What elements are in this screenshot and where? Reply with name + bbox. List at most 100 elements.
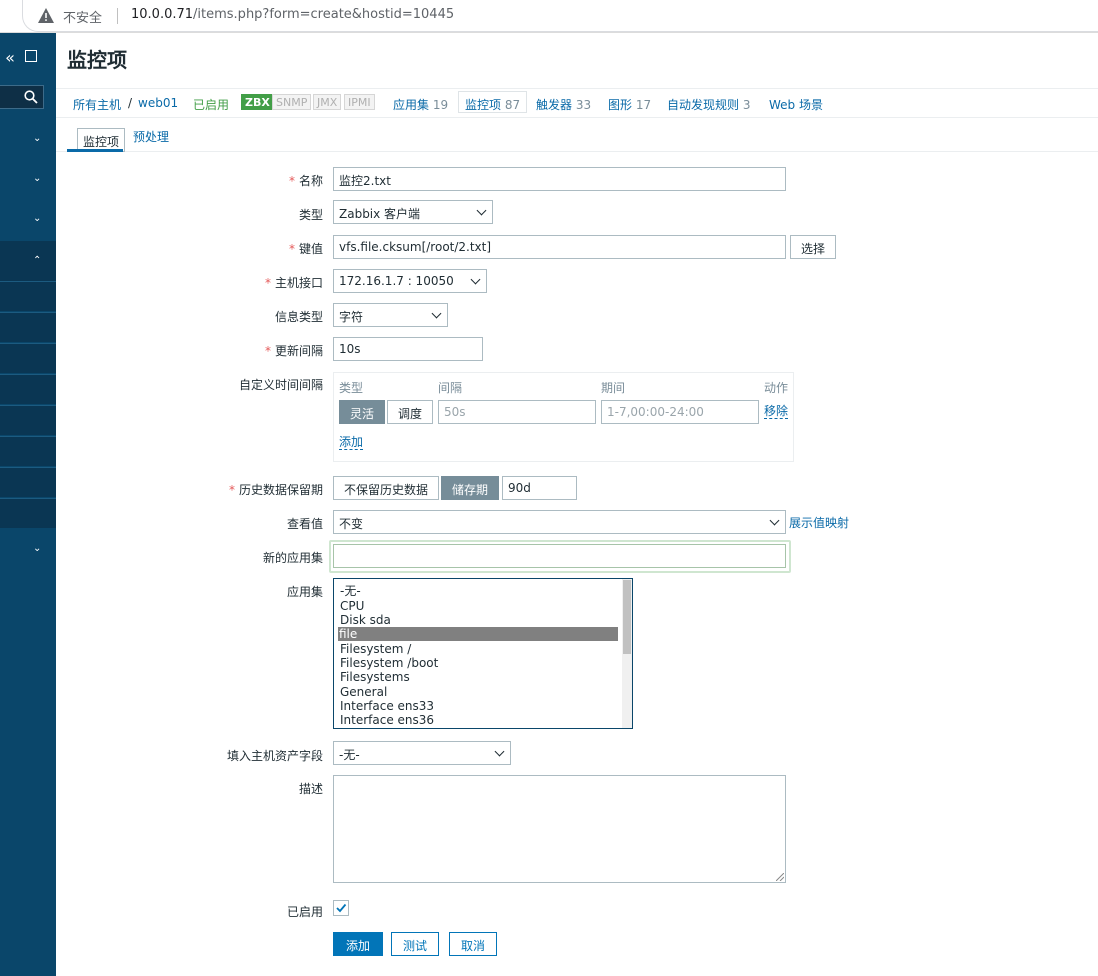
nav-web[interactable]: Web 场景: [769, 96, 823, 113]
custom-interval-input[interactable]: 50s: [438, 400, 596, 424]
list-item-selected[interactable]: file: [338, 627, 618, 641]
new-app-input[interactable]: [333, 544, 786, 568]
custom-intervals-label: 自定义时间间隔: [238, 378, 323, 392]
apps-listbox[interactable]: -无- CPU Disk sda file Filesystem / Files…: [333, 578, 633, 729]
custom-add-link[interactable]: 添加: [339, 435, 364, 450]
enabled-label: 已启用: [286, 905, 323, 919]
list-item[interactable]: Filesystems: [339, 670, 619, 684]
custom-period-input[interactable]: 1-7,00:00-24:00: [601, 400, 759, 424]
chevron-up-icon: ⌃: [33, 255, 42, 266]
breadcrumb-host[interactable]: web01: [138, 96, 178, 110]
sidebar-subitem[interactable]: [0, 436, 56, 466]
resize-handle-icon[interactable]: [776, 873, 784, 881]
add-button[interactable]: 添加: [333, 932, 384, 956]
test-button[interactable]: 测试: [391, 932, 440, 956]
search-icon[interactable]: [24, 90, 38, 104]
show-valuemap-link[interactable]: 展示值映射: [789, 516, 849, 530]
name-label: * 名称: [289, 172, 323, 189]
list-item[interactable]: General: [339, 685, 619, 699]
sidebar-subitem[interactable]: [0, 343, 56, 373]
breadcrumb-separator: /: [128, 96, 133, 110]
name-input[interactable]: 监控2.txt: [333, 167, 786, 191]
list-item[interactable]: -无-: [339, 584, 619, 598]
chevron-down-icon: ⌄: [33, 133, 42, 144]
host-status[interactable]: 已启用: [193, 96, 229, 113]
custom-flexible-toggle[interactable]: 灵活: [339, 400, 386, 424]
select-value: 不变: [339, 517, 364, 531]
host-navigation: 所有主机 / web01 已启用 ZBX SNMP JMX IPMI 应用集 1…: [56, 88, 1098, 118]
collapse-sidebar-icon[interactable]: «: [0, 48, 20, 67]
description-textarea[interactable]: [333, 775, 786, 883]
sidebar-subitem[interactable]: [0, 498, 56, 528]
main-content: 监控项 所有主机 / web01 已启用 ZBX SNMP JMX IPMI 应…: [56, 33, 1098, 976]
chevron-down-icon: [494, 746, 505, 757]
sidebar-menu-configuration[interactable]: ⌃: [0, 241, 56, 281]
list-item[interactable]: Interface ens33: [339, 699, 619, 713]
tab-preprocessing[interactable]: 预处理: [133, 128, 169, 145]
list-item[interactable]: Filesystem /boot: [339, 656, 619, 670]
chevron-down-icon: [769, 515, 780, 526]
label-text: 键值: [298, 242, 323, 256]
column-header: 动作: [764, 381, 789, 395]
custom-remove-link[interactable]: 移除: [764, 404, 789, 419]
security-label[interactable]: 不安全: [63, 7, 102, 26]
select-value: -无-: [339, 748, 360, 762]
chevron-down-icon: ⌄: [33, 173, 42, 184]
enabled-checkbox[interactable]: [333, 900, 349, 916]
type-select[interactable]: Zabbix 客户端: [333, 200, 493, 224]
page-title: 监控项: [67, 48, 127, 72]
nav-triggers[interactable]: 触发器 33: [536, 96, 591, 113]
nav-discovery[interactable]: 自动发现规则 3: [667, 96, 750, 113]
scrollbar-thumb[interactable]: [623, 580, 631, 654]
sidebar-subitem[interactable]: [0, 312, 56, 342]
sidebar: « ⌄ ⌄ ⌄ ⌃ ⌄: [0, 33, 56, 976]
sidebar-subitem[interactable]: [0, 405, 56, 435]
valuemap-select[interactable]: 不变: [333, 510, 786, 534]
sidebar-menu-inventory[interactable]: ⌄: [0, 161, 56, 201]
select-value: 字符: [339, 310, 364, 324]
label-text: 主机接口: [274, 276, 323, 290]
interval-input[interactable]: 10s: [333, 337, 483, 361]
sidebar-menu-reports[interactable]: ⌄: [0, 201, 56, 241]
sidebar-subitem[interactable]: [0, 374, 56, 404]
info-type-label: 信息类型: [274, 310, 323, 324]
history-no-keep-toggle[interactable]: 不保留历史数据: [333, 476, 440, 500]
chevron-down-icon: [431, 308, 442, 319]
nav-applications[interactable]: 应用集 19: [393, 96, 448, 113]
info-type-select[interactable]: 字符: [333, 303, 448, 327]
history-storage-toggle[interactable]: 储存期: [441, 476, 500, 500]
url-text[interactable]: 10.0.0.71/items.php?form=create&hostid=1…: [131, 7, 454, 22]
warning-icon[interactable]: [38, 8, 54, 23]
key-label: * 键值: [289, 240, 323, 257]
nav-graphs[interactable]: 图形 17: [608, 96, 651, 113]
browser-address-bar: 不安全 10.0.0.71/items.php?form=create&host…: [0, 0, 1098, 33]
breadcrumb-all-hosts[interactable]: 所有主机: [73, 96, 121, 113]
sidebar-subitem[interactable]: [0, 281, 56, 311]
label-text: 更新间隔: [274, 344, 323, 358]
key-input[interactable]: vfs.file.cksum[/root/2.txt]: [333, 235, 786, 259]
nav-count: 87: [504, 98, 521, 112]
sidebar-menu-administration[interactable]: ⌄: [0, 531, 56, 571]
history-period-input[interactable]: 90d: [502, 476, 577, 500]
list-item[interactable]: Filesystem /: [339, 642, 619, 656]
nav-items[interactable]: 监控项 87: [458, 91, 528, 113]
required-marker: *: [288, 174, 295, 188]
sidebar-search-input[interactable]: [0, 85, 44, 109]
list-item[interactable]: CPU: [339, 599, 619, 613]
badge-jmx: JMX: [313, 94, 342, 110]
kiosk-mode-icon[interactable]: [25, 50, 37, 62]
sidebar-menu-monitoring[interactable]: ⌄: [0, 121, 56, 161]
custom-scheduling-toggle[interactable]: 调度: [387, 400, 434, 424]
inventory-select[interactable]: -无-: [333, 741, 511, 765]
key-select-button[interactable]: 选择: [790, 235, 837, 259]
scrollbar[interactable]: [622, 579, 632, 728]
type-label: 类型: [298, 208, 323, 222]
list-item[interactable]: Disk sda: [339, 613, 619, 627]
sidebar-subitem[interactable]: [0, 467, 56, 497]
interface-select[interactable]: 172.16.1.7 : 10050: [333, 269, 487, 293]
cancel-button[interactable]: 取消: [449, 932, 498, 956]
url-path: /items.php?form=create&hostid=10445: [193, 7, 455, 22]
chevron-down-icon: [476, 205, 487, 216]
list-item[interactable]: Interface ens36: [339, 713, 619, 727]
history-label: * 历史数据保留期: [229, 481, 323, 498]
